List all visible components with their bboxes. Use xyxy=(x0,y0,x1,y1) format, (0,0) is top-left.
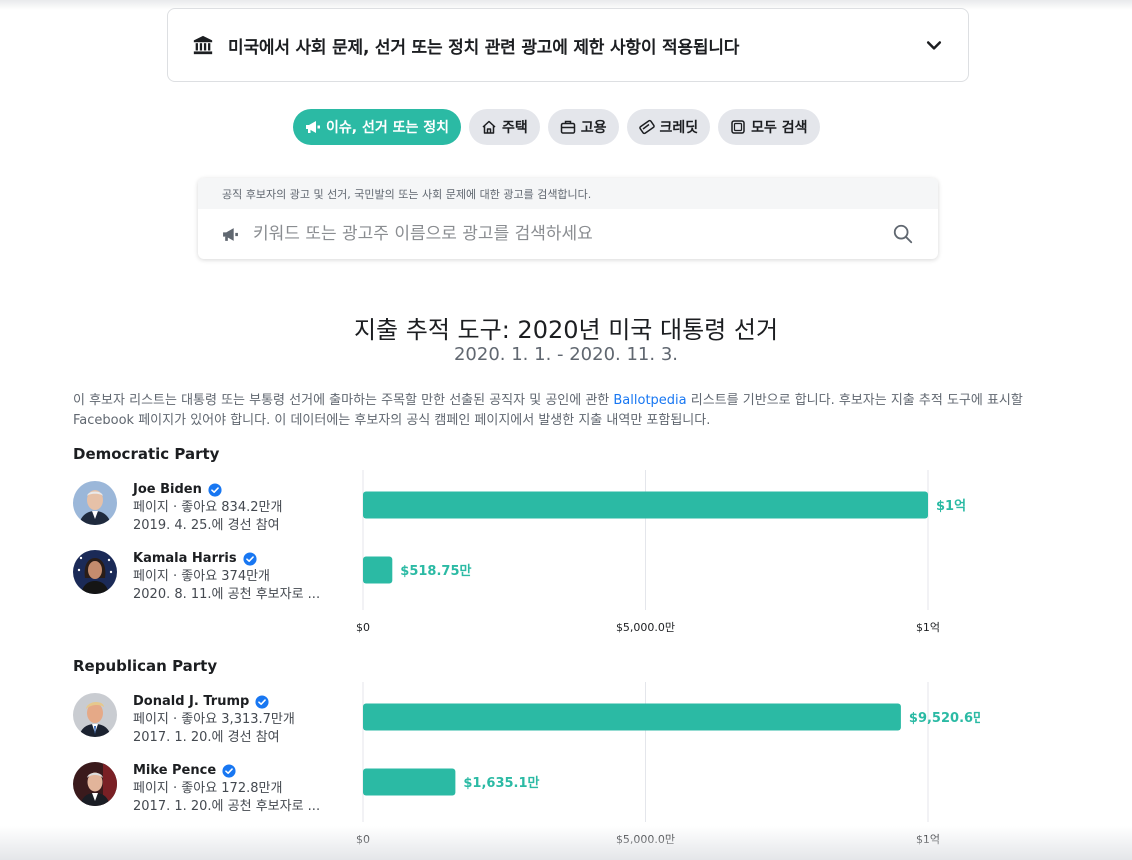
search-card: 공직 후보자의 광고 및 선거, 국민발의 또는 사회 문제에 대한 광고를 검… xyxy=(198,178,938,259)
ballotpedia-link[interactable]: Ballotpedia xyxy=(613,393,686,408)
candidate-likes: 페이지 · 좋아요 172.8만개 xyxy=(133,781,283,796)
bar-value-label: $1억 xyxy=(936,499,966,514)
search-row xyxy=(198,209,938,259)
bar[interactable] xyxy=(363,703,901,731)
candidate-name[interactable]: Donald J. Trump xyxy=(133,693,249,711)
tab-employment[interactable]: 고용 xyxy=(547,109,619,145)
bottom-shade xyxy=(0,826,1132,860)
candidate-harris[interactable]: Kamala Harris 페이지 · 좋아요 374만개 2020. 8. 1… xyxy=(73,550,320,604)
spending-chart-democratic: $0 $5,000.0만 $1억 $1억 $518.75만 xyxy=(356,470,966,634)
tab-label: 모두 검색 xyxy=(751,120,808,136)
candidate-pence[interactable]: Mike Pence 페이지 · 좋아요 172.8만개 2017. 1. 20… xyxy=(73,762,320,816)
candidate-status: 2017. 1. 20.에 공천 후보자로 ... xyxy=(133,799,321,814)
tracker-title: 지출 추적 도구: 2020년 미국 대통령 선거 xyxy=(353,316,779,344)
candidate-trump[interactable]: Donald J. Trump 페이지 · 좋아요 3,313.7만개 2017… xyxy=(73,693,295,747)
bar[interactable] xyxy=(363,556,393,584)
avatar xyxy=(73,550,117,594)
tab-label: 크레딧 xyxy=(659,120,699,136)
tab-political[interactable]: 이슈, 선거 또는 정치 xyxy=(293,109,461,145)
category-tabs: 이슈, 선거 또는 정치 주택 고용 크레딧 모두 검색 xyxy=(293,109,820,145)
candidate-likes: 페이지 · 좋아요 374만개 xyxy=(133,569,271,584)
tab-credit[interactable]: 크레딧 xyxy=(626,109,711,145)
search-hint: 공직 후보자의 광고 및 선거, 국민발의 또는 사회 문제에 대한 광고를 검… xyxy=(198,178,938,209)
notice-text: 미국에서 사회 문제, 선거 또는 정치 관련 광고에 제한 사항이 적용됩니다 xyxy=(228,37,740,58)
credit-card-icon xyxy=(638,119,655,135)
candidate-name[interactable]: Kamala Harris xyxy=(133,550,237,568)
verified-badge-icon xyxy=(222,764,236,778)
tracker-description: 이 후보자 리스트는 대통령 또는 부통령 선거에 출마하는 주목할 만한 선출… xyxy=(73,391,1063,431)
verified-badge-icon xyxy=(208,483,222,497)
tab-label: 주택 xyxy=(501,120,528,136)
candidate-status: 2020. 8. 11.에 공천 후보자로 ... xyxy=(133,587,321,602)
house-icon xyxy=(482,120,496,134)
bar-value-label: $9,520.6만 xyxy=(909,710,980,726)
candidate-likes: 페이지 · 좋아요 3,313.7만개 xyxy=(133,712,295,727)
avatar xyxy=(73,481,117,525)
bar[interactable] xyxy=(363,491,928,519)
candidate-name[interactable]: Joe Biden xyxy=(133,481,202,499)
verified-badge-icon xyxy=(243,552,257,566)
x-tick-label: $0 xyxy=(356,621,370,634)
candidate-likes: 페이지 · 좋아요 834.2만개 xyxy=(133,500,283,515)
party-title-republican: Republican Party xyxy=(73,657,218,675)
candidate-status: 2017. 1. 20.에 경선 참여 xyxy=(133,730,280,745)
x-tick-label: $1억 xyxy=(916,621,940,634)
tab-label: 이슈, 선거 또는 정치 xyxy=(326,120,449,136)
search-icon[interactable] xyxy=(892,223,914,245)
description-text: 이 후보자 리스트는 대통령 또는 부통령 선거에 출마하는 주목할 만한 선출… xyxy=(73,393,614,408)
avatar xyxy=(73,762,117,806)
avatar xyxy=(73,693,117,737)
candidate-name[interactable]: Mike Pence xyxy=(133,762,216,780)
restriction-notice[interactable]: 미국에서 사회 문제, 선거 또는 정치 관련 광고에 제한 사항이 적용됩니다 xyxy=(167,8,969,82)
bar[interactable] xyxy=(363,768,456,796)
tab-label: 고용 xyxy=(580,120,607,136)
search-input[interactable] xyxy=(253,224,880,244)
candidate-biden[interactable]: Joe Biden 페이지 · 좋아요 834.2만개 2019. 4. 25.… xyxy=(73,481,282,535)
tracker-date-range: 2020. 1. 1. - 2020. 11. 3. xyxy=(453,344,679,365)
candidate-status: 2019. 4. 25.에 경선 참여 xyxy=(133,518,280,533)
x-tick-label: $5,000.0만 xyxy=(616,621,675,634)
tab-all[interactable]: 모두 검색 xyxy=(718,109,820,145)
briefcase-icon xyxy=(560,120,575,134)
bank-icon xyxy=(193,35,213,55)
tab-housing[interactable]: 주택 xyxy=(468,109,540,145)
square-icon xyxy=(731,120,745,134)
megaphone-icon xyxy=(306,121,320,133)
verified-badge-icon xyxy=(255,695,269,709)
chevron-down-icon[interactable] xyxy=(924,35,944,55)
bar-value-label: $1,635.1만 xyxy=(463,775,539,791)
bar-value-label: $518.75만 xyxy=(400,563,471,579)
party-title-democratic: Democratic Party xyxy=(73,445,220,463)
megaphone-icon xyxy=(223,227,238,241)
